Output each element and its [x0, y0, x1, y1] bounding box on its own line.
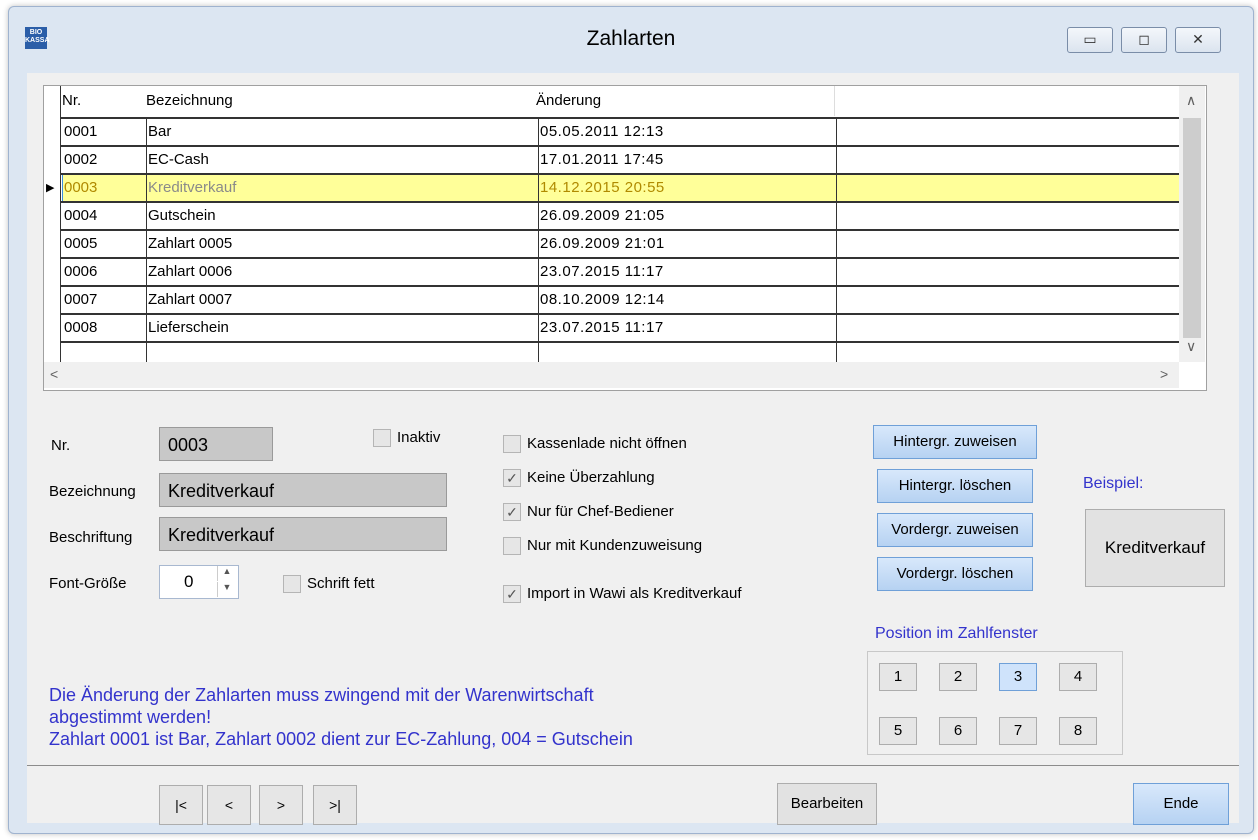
maximize-button[interactable]: ◻: [1121, 27, 1167, 53]
option-label: Keine Überzahlung: [527, 469, 655, 486]
beschriftung-field[interactable]: Kreditverkauf: [159, 517, 447, 551]
scroll-up-icon[interactable]: ∧: [1186, 92, 1196, 109]
cell-bezeichnung[interactable]: Zahlart 0005: [148, 230, 232, 258]
option-checkbox[interactable]: ✓: [503, 585, 521, 603]
cell-aenderung[interactable]: 17.01.2011 17:45: [540, 146, 664, 174]
cell-aenderung[interactable]: 14.12.2015 20:55: [540, 174, 665, 202]
cell-bezeichnung[interactable]: Zahlart 0006: [148, 258, 232, 286]
vertical-scroll-thumb[interactable]: [1183, 118, 1201, 338]
option-label: Nur für Chef-Bediener: [527, 503, 674, 520]
bg-delete-button[interactable]: Hintergr. löschen: [877, 469, 1033, 503]
option-label: Kassenlade nicht öffnen: [527, 435, 687, 452]
divider: [27, 765, 1239, 766]
position-button-4[interactable]: 4: [1059, 663, 1097, 691]
column-divider: [538, 118, 539, 362]
position-button-2[interactable]: 2: [939, 663, 977, 691]
cell-bezeichnung[interactable]: Gutschein: [148, 202, 216, 230]
example-label: Beispiel:: [1083, 475, 1144, 492]
scroll-left-icon[interactable]: <: [50, 366, 58, 382]
note-line-3: Zahlart 0001 ist Bar, Zahlart 0002 dient…: [49, 729, 633, 749]
cell-aenderung[interactable]: 23.07.2015 11:17: [540, 258, 664, 286]
bg-assign-button[interactable]: Hintergr. zuweisen: [873, 425, 1037, 459]
end-button[interactable]: Ende: [1133, 783, 1229, 825]
spin-down-icon[interactable]: ▼: [217, 582, 236, 597]
cell-aenderung[interactable]: 26.09.2009 21:05: [540, 202, 665, 230]
client-area: Nr. Bezeichnung Änderung 0001 Bar 05.05.20…: [27, 73, 1239, 825]
cell-nr[interactable]: 0002: [64, 146, 97, 174]
option-label: Nur mit Kundenzuweisung: [527, 537, 703, 554]
column-divider: [836, 118, 837, 362]
cell-aenderung[interactable]: 05.05.2011 12:13: [540, 118, 664, 146]
title-bar[interactable]: BIO KASSA Zahlarten ▭ ◻ ✕: [9, 7, 1253, 73]
nr-field[interactable]: 0003: [159, 427, 273, 461]
position-button-1[interactable]: 1: [879, 663, 917, 691]
column-header-nr[interactable]: Nr.: [62, 86, 81, 116]
cell-bezeichnung[interactable]: EC-Cash: [148, 146, 209, 174]
cell-nr[interactable]: 0003: [64, 174, 97, 202]
fontsize-value: 0: [184, 572, 194, 591]
edit-button-label: Bearbeiten: [790, 795, 864, 812]
prev-record-button[interactable]: <: [207, 785, 251, 825]
inaktiv-label: Inaktiv: [397, 429, 441, 446]
row-indicator-icon: ▶: [46, 182, 55, 194]
position-button-8[interactable]: 8: [1059, 717, 1097, 745]
cell-nr[interactable]: 0005: [64, 230, 97, 258]
next-record-button[interactable]: >: [259, 785, 303, 825]
cell-nr[interactable]: 0006: [64, 258, 97, 286]
position-button-6[interactable]: 6: [939, 717, 977, 745]
cell-nr[interactable]: 0007: [64, 286, 97, 314]
row-divider: [61, 341, 1179, 343]
position-button-5[interactable]: 5: [879, 717, 917, 745]
option-checkbox[interactable]: ✓: [503, 469, 521, 487]
edit-button[interactable]: Bearbeiten: [777, 783, 877, 825]
option-checkbox[interactable]: [503, 435, 521, 453]
cell-nr[interactable]: 0004: [64, 202, 97, 230]
fg-assign-button[interactable]: Vordergr. zuweisen: [877, 513, 1033, 547]
cell-nr[interactable]: 0008: [64, 314, 97, 342]
cell-bezeichnung[interactable]: Lieferschein: [148, 314, 229, 342]
note-line-2: abgestimmt werden!: [49, 707, 212, 727]
cell-bezeichnung[interactable]: Bar: [148, 118, 171, 146]
last-record-button[interactable]: >|: [313, 785, 357, 825]
spin-up-icon[interactable]: ▲: [217, 566, 236, 581]
bezeichnung-field[interactable]: Kreditverkauf: [159, 473, 447, 507]
close-button[interactable]: ✕: [1175, 27, 1221, 53]
cell-nr[interactable]: 0001: [64, 118, 97, 146]
zahlarten-window: BIO KASSA Zahlarten ▭ ◻ ✕ Nr. Bezeichnun…: [8, 6, 1254, 834]
minimize-button[interactable]: ▭: [1067, 27, 1113, 53]
scroll-down-icon[interactable]: ∨: [1186, 338, 1196, 355]
fontsize-stepper[interactable]: 0 ▲ ▼: [159, 565, 239, 599]
fg-delete-button[interactable]: Vordergr. löschen: [877, 557, 1033, 591]
column-divider: [146, 118, 147, 362]
fontsize-label: Font-Größe: [49, 575, 127, 592]
horizontal-scrollbar[interactable]: [44, 362, 1179, 388]
position-button-7[interactable]: 7: [999, 717, 1037, 745]
beschriftung-label: Beschriftung: [49, 529, 133, 546]
note-line-1: Die Änderung der Zahlarten muss zwingend…: [49, 685, 594, 705]
option-checkbox[interactable]: ✓: [503, 503, 521, 521]
option-checkbox[interactable]: [503, 537, 521, 555]
cell-aenderung[interactable]: 26.09.2009 21:01: [540, 230, 665, 258]
bold-checkbox[interactable]: [283, 575, 301, 593]
cell-bezeichnung[interactable]: Zahlart 0007: [148, 286, 232, 314]
scroll-right-icon[interactable]: >: [1160, 366, 1168, 382]
position-button-3[interactable]: 3: [999, 663, 1037, 691]
option-label: Import in Wawi als Kreditverkauf: [527, 585, 742, 602]
nr-label: Nr.: [51, 437, 71, 454]
column-header-aenderung[interactable]: Änderung: [536, 86, 601, 116]
example-preview: Kreditverkauf: [1085, 509, 1225, 587]
cell-aenderung[interactable]: 23.07.2015 11:17: [540, 314, 664, 342]
column-header-bezeichnung[interactable]: Bezeichnung: [146, 86, 233, 116]
position-label: Position im Zahlfenster: [875, 625, 1038, 642]
inaktiv-checkbox[interactable]: [373, 429, 391, 447]
bold-label: Schrift fett: [307, 575, 375, 592]
bezeichnung-label: Bezeichnung: [49, 483, 136, 500]
first-record-button[interactable]: |<: [159, 785, 203, 825]
payment-types-grid[interactable]: Nr. Bezeichnung Änderung 0001 Bar 05.05.20…: [43, 85, 1207, 391]
cell-bezeichnung[interactable]: Kreditverkauf: [148, 174, 236, 202]
cell-aenderung[interactable]: 08.10.2009 12:14: [540, 286, 665, 314]
